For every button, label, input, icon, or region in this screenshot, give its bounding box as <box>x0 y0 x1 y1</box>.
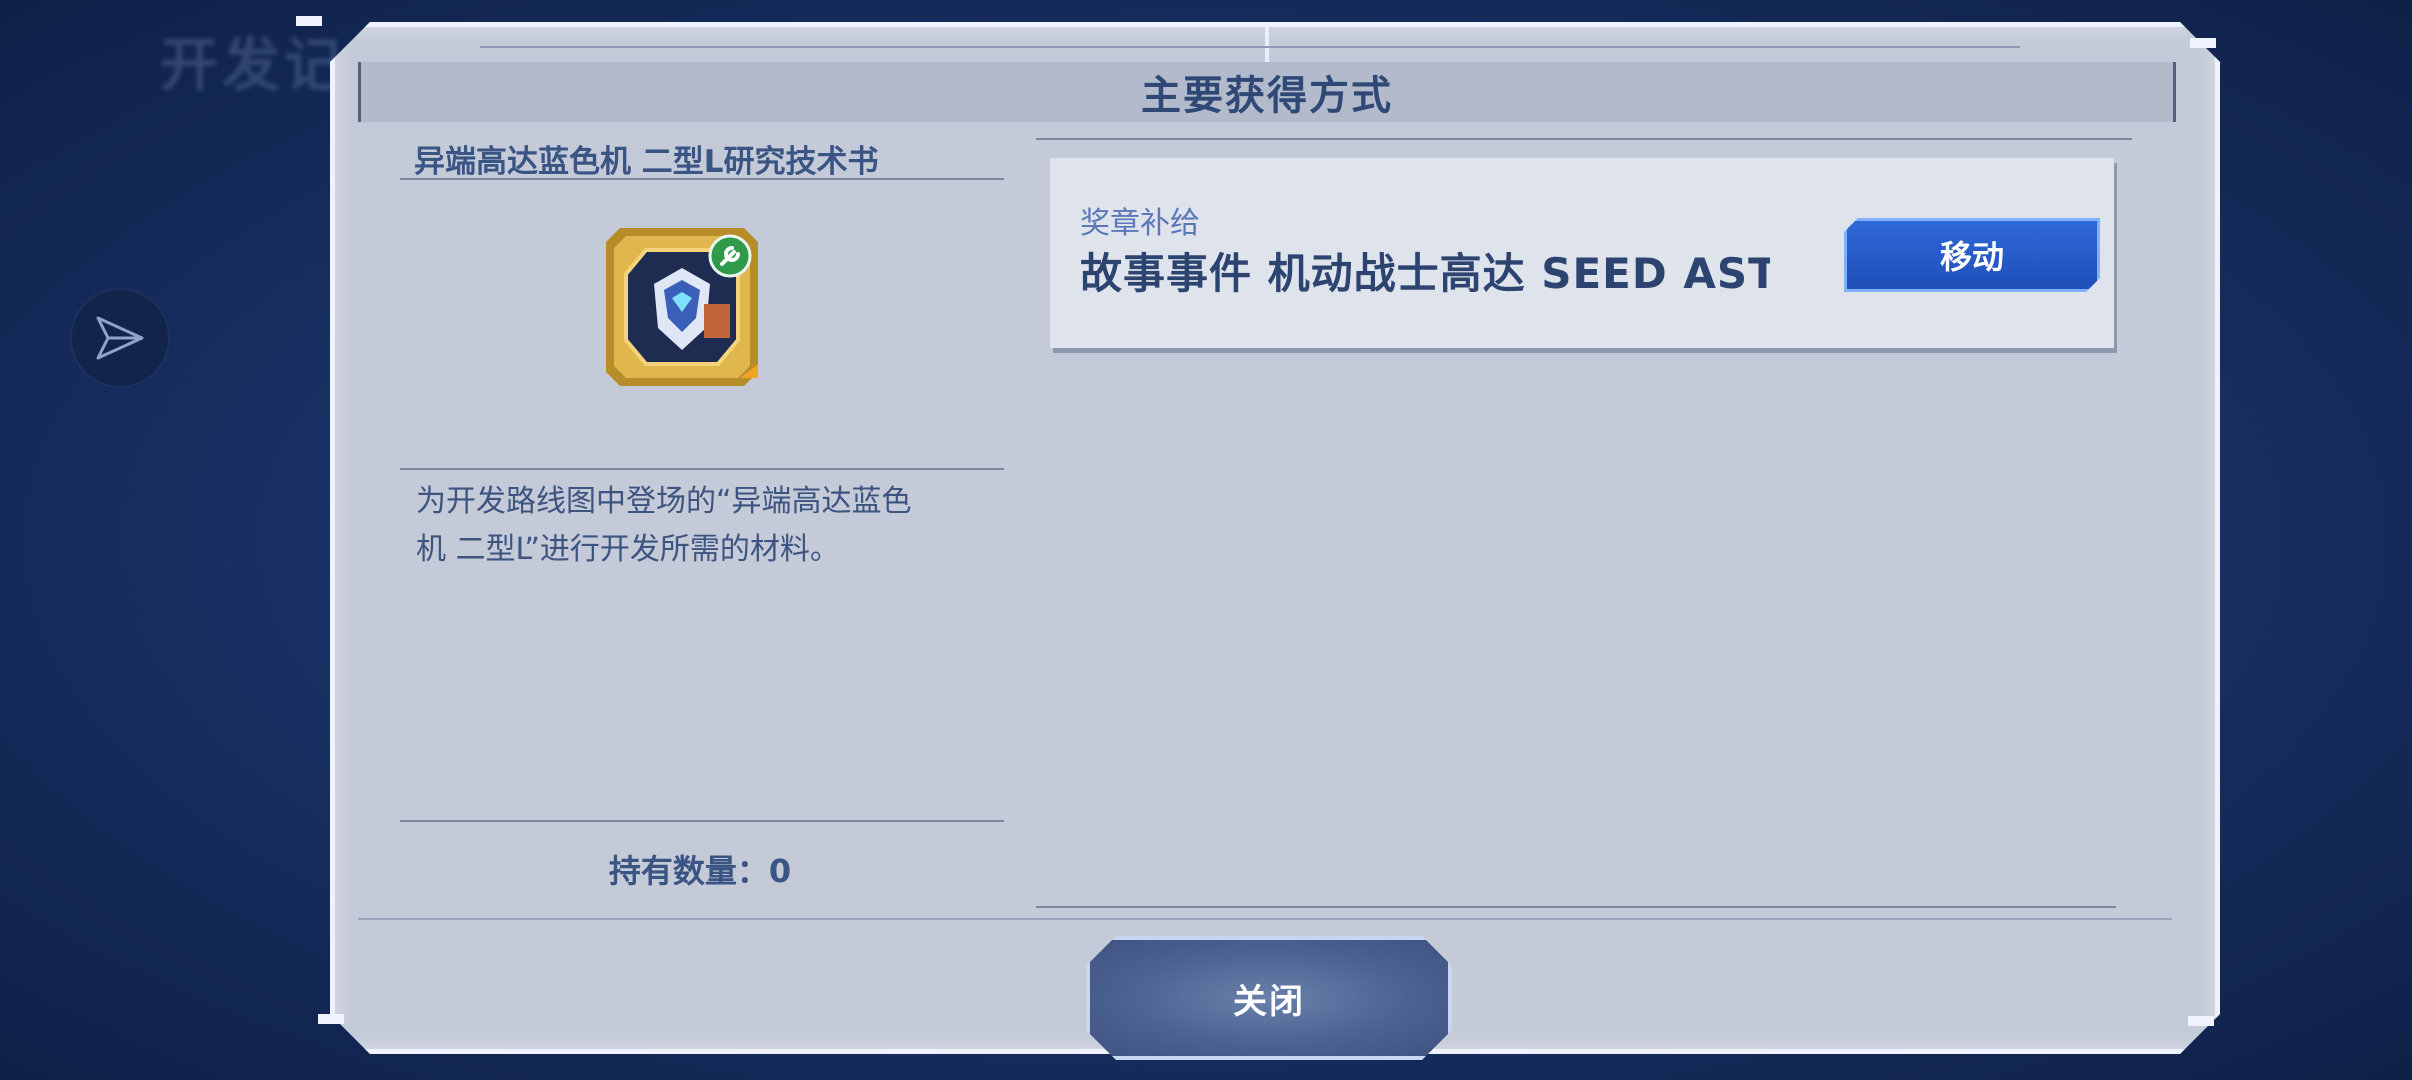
dialog-title: 主要获得方式 <box>1141 73 1393 119</box>
source-card: 奖章补给 故事事件 机动战士高达 SEED ASTRAY 移动 <box>1050 158 2114 348</box>
owned-quantity: 持有数量：0 <box>608 852 792 890</box>
share-button[interactable] <box>70 288 170 388</box>
item-description-line: 机 二型L”进行开发所需的材料。 <box>416 532 840 567</box>
move-button[interactable]: 移动 <box>1844 218 2100 292</box>
divider <box>400 820 1004 822</box>
gundam-tech-book-icon <box>606 228 758 386</box>
divider <box>400 468 1004 470</box>
item-description: 为开发路线图中登场的“异端高达蓝色 机 二型L”进行开发所需的材料。 <box>416 478 1006 574</box>
close-button-label: 关闭 <box>1233 981 1305 1022</box>
divider <box>1036 138 2132 140</box>
frame-decoration <box>480 46 2020 48</box>
source-name: 故事事件 机动战士高达 SEED ASTRAY <box>1080 249 1770 298</box>
item-description-line: 为开发路线图中登场的“异端高达蓝色 <box>416 484 912 519</box>
source-category: 奖章补给 <box>1080 206 1200 241</box>
divider <box>400 178 1004 180</box>
item-name: 异端高达蓝色机 二型L研究技术书 <box>414 144 879 180</box>
share-icon <box>96 316 144 360</box>
footer-divider <box>358 918 2172 920</box>
background-page-title: 开发记 <box>160 31 347 99</box>
close-button[interactable]: 关闭 <box>1086 936 1452 1060</box>
divider <box>1036 906 2116 908</box>
dialog-header: 主要获得方式 <box>358 62 2176 122</box>
